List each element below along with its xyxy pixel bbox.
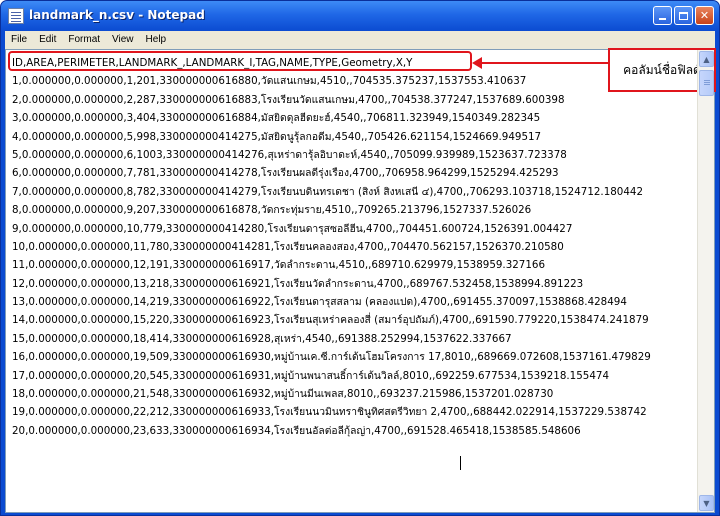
text-line: 4,0.000000,0.000000,5,998,33000000041427…	[12, 130, 542, 143]
arrow-down-icon: ▼	[703, 498, 710, 508]
close-button[interactable]: ✕	[695, 6, 714, 25]
text-line: 9,0.000000,0.000000,10,779,3300000004142…	[12, 222, 573, 235]
text-content[interactable]: ID,AREA,PERIMETER,LANDMARK_,LANDMARK_I,T…	[12, 54, 696, 440]
text-caret	[460, 456, 461, 470]
minimize-icon	[659, 18, 666, 20]
window-title: landmark_n.csv - Notepad	[29, 8, 205, 22]
notepad-window: landmark_n.csv - Notepad ✕ File Edit For…	[0, 0, 720, 516]
text-line: 11,0.000000,0.000000,12,191,330000000616…	[12, 259, 546, 272]
menu-file[interactable]: File	[5, 31, 33, 49]
text-line: 5,0.000000,0.000000,6,1003,3300000004142…	[12, 148, 567, 161]
text-line: 1,0.000000,0.000000,1,201,33000000061688…	[12, 75, 527, 88]
text-line: 12,0.000000,0.000000,13,218,330000000616…	[12, 277, 584, 290]
text-line: 17,0.000000,0.000000,20,545,330000000616…	[12, 369, 609, 382]
header-highlight-box	[8, 51, 472, 71]
title-bar[interactable]: landmark_n.csv - Notepad ✕	[1, 1, 719, 31]
menu-bar: File Edit Format View Help	[5, 31, 715, 49]
text-line: 7,0.000000,0.000000,8,782,33000000041427…	[12, 185, 644, 198]
text-line: 16,0.000000,0.000000,19,509,330000000616…	[12, 351, 651, 364]
arrowhead-icon	[472, 57, 482, 69]
text-editor-area[interactable]: ID,AREA,PERIMETER,LANDMARK_,LANDMARK_I,T…	[5, 48, 716, 513]
scroll-up-button[interactable]: ▲	[699, 51, 714, 67]
minimize-button[interactable]	[653, 6, 672, 25]
notepad-icon[interactable]	[8, 8, 24, 24]
menu-help[interactable]: Help	[140, 31, 173, 49]
vertical-scrollbar[interactable]: ▲ ▼	[697, 50, 714, 512]
text-line: 20,0.000000,0.000000,23,633,330000000616…	[12, 424, 581, 437]
annotation-arrow-line	[476, 62, 612, 64]
text-line: 3,0.000000,0.000000,3,404,33000000061688…	[12, 112, 541, 125]
text-line: 18,0.000000,0.000000,21,548,330000000616…	[12, 388, 554, 401]
text-line: 2,0.000000,0.000000,2,287,33000000061688…	[12, 93, 565, 106]
text-line: 6,0.000000,0.000000,7,781,33000000041427…	[12, 167, 559, 180]
menu-view[interactable]: View	[106, 31, 140, 49]
close-icon: ✕	[699, 9, 710, 22]
scroll-down-button[interactable]: ▼	[699, 495, 714, 511]
maximize-icon	[679, 11, 688, 20]
maximize-button[interactable]	[674, 6, 693, 25]
arrow-up-icon: ▲	[703, 54, 710, 64]
text-line: 15,0.000000,0.000000,18,414,330000000616…	[12, 332, 512, 345]
text-line: 19,0.000000,0.000000,22,212,330000000616…	[12, 406, 647, 419]
scroll-thumb[interactable]	[699, 70, 714, 96]
text-line: 8,0.000000,0.000000,9,207,33000000061687…	[12, 204, 532, 217]
text-line: 13,0.000000,0.000000,14,219,330000000616…	[12, 296, 627, 309]
menu-format[interactable]: Format	[62, 31, 106, 49]
text-line: 14,0.000000,0.000000,15,220,330000000616…	[12, 314, 649, 327]
text-line: 10,0.000000,0.000000,11,780,330000000414…	[12, 240, 564, 253]
menu-edit[interactable]: Edit	[33, 31, 62, 49]
grip-icon	[704, 80, 710, 81]
